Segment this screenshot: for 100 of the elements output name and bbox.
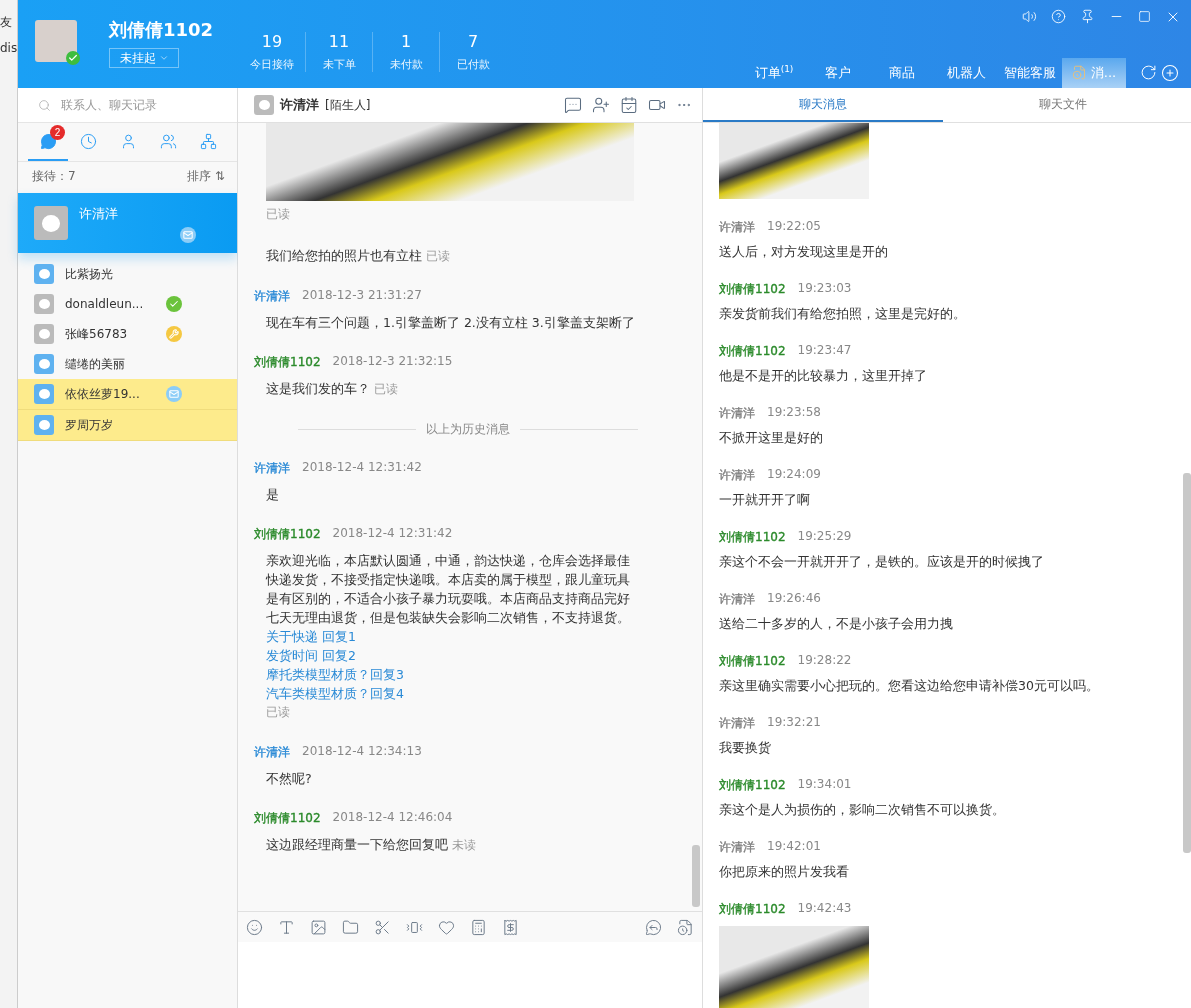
sender-name: 许清洋 [719, 405, 755, 422]
message-time: 19:28:22 [797, 653, 852, 669]
contact-item[interactable]: 缱绻的美丽 [18, 349, 237, 379]
photo-placeholder[interactable] [719, 123, 869, 199]
reception-count: 接待：7 [32, 168, 76, 185]
message-text: 我要换货 [719, 740, 772, 757]
contact-item[interactable]: 罗周万岁 [18, 410, 237, 441]
sort-button[interactable]: 排序 ⇅ [187, 168, 225, 185]
message-text: 亲欢迎光临，本店默认圆通，中通，韵达快递，仓库会选择最佳快递发货，不接受指定快递哦。本店卖的属于模型，跟儿童玩具是有区别的，不适合小孩子暴力玩耍哦。本店商品支持商品完好七天无理由退货，但是包装缺失会影响二次销售，不支持退货。 [266, 553, 630, 625]
scissors-icon[interactable] [374, 918, 391, 936]
quick-reply-link[interactable]: 发货时间 回复2 [266, 648, 356, 663]
message-text: 一开就开开了啊 [719, 492, 811, 509]
nav-tab[interactable]: 智能客服 [998, 57, 1062, 88]
quick-reply-link[interactable]: 摩托类模型材质？回复3 [266, 667, 404, 682]
sender-name: 刘倩倩1102 [254, 354, 321, 371]
chat-bubble-icon[interactable] [564, 96, 582, 114]
sender-name: 刘倩倩1102 [719, 653, 786, 670]
message-text: 他是不是开的比较暴力，这里开掉了 [719, 368, 928, 385]
maximize-icon[interactable] [1138, 10, 1151, 24]
read-status: 已读 [426, 249, 450, 263]
nav-tab[interactable]: 客户 [806, 57, 870, 88]
chat-tab[interactable]: 2 [28, 123, 68, 161]
background-text: dis [0, 41, 17, 55]
document-clock-icon [1071, 65, 1087, 81]
refresh-icon[interactable] [1140, 64, 1157, 82]
message-time: 19:42:43 [797, 901, 852, 917]
folder-icon[interactable] [342, 918, 359, 936]
contact-item[interactable]: 比紫扬光 [18, 259, 237, 289]
message-text: 送给二十多岁的人，不是小孩子会用力拽 [719, 616, 954, 633]
calculator-icon[interactable] [470, 918, 487, 936]
add-user-icon[interactable] [592, 96, 610, 114]
photo-placeholder[interactable] [719, 926, 869, 1008]
history-icon[interactable] [677, 918, 694, 936]
background-text: 友 [0, 14, 13, 31]
search-field[interactable]: 联系人、聊天记录 [18, 88, 237, 123]
text-format-icon[interactable] [278, 918, 295, 936]
read-status: 已读 [266, 704, 291, 721]
heart-icon[interactable] [438, 918, 455, 936]
stat-value: 1 [400, 32, 412, 51]
message-text: 亲发货前我们有给您拍照，这里是完好的。 [719, 306, 967, 323]
nav-tab[interactable]: 订单$^{(1)}$ [742, 57, 806, 88]
message-text: 送人后，对方发现这里是开的 [719, 244, 889, 261]
contact-item[interactable]: donaldleun... [18, 289, 237, 319]
sender-name: 刘倩倩1102 [719, 901, 786, 918]
message-time: 2018-12-4 12:34:13 [302, 744, 422, 760]
message-text: 亲这个是人为损伤的，影响二次销售不可以换货。 [719, 802, 1006, 819]
message-time: 2018-12-3 21:32:15 [332, 354, 453, 370]
status-dropdown[interactable]: 未挂起 [109, 48, 179, 68]
quick-reply-link[interactable]: 汽车类模型材质？回复4 [266, 686, 404, 701]
image-icon[interactable] [310, 918, 327, 936]
clock-icon [79, 132, 97, 150]
emoji-icon[interactable] [246, 918, 263, 936]
forward-icon[interactable] [645, 918, 662, 936]
message-time: 19:23:03 [797, 281, 852, 297]
sender-name: 许清洋 [254, 288, 290, 305]
pin-icon[interactable] [1080, 9, 1095, 25]
add-icon[interactable] [1161, 63, 1179, 82]
stat-value: 19 [261, 32, 283, 51]
message-time: 19:25:29 [797, 529, 852, 545]
sender-name: 许清洋 [719, 715, 755, 732]
message-text: 是 [266, 487, 279, 502]
sender-name: 刘倩倩1102 [254, 526, 321, 543]
quick-reply-link[interactable]: 关于快递 回复1 [266, 629, 356, 644]
sender-name: 刘倩倩1102 [719, 343, 786, 360]
contact-item[interactable]: 张峰56783 [18, 319, 237, 349]
chat-title: 许清洋 [280, 96, 319, 114]
message-time: 2018-12-4 12:31:42 [332, 526, 453, 542]
message-time: 2018-12-4 12:46:04 [332, 810, 453, 826]
message-text: 这边跟经理商量一下给您回复吧 [266, 837, 448, 852]
photo-placeholder[interactable] [266, 123, 634, 201]
stat-label: 未下单 [322, 57, 356, 72]
receipt-icon[interactable] [502, 918, 519, 936]
search-input[interactable]: 联系人、聊天记录 [59, 97, 213, 113]
contact-item[interactable]: 许清洋 [18, 193, 237, 253]
message-time: 19:23:47 [797, 343, 852, 359]
message-time: 19:24:09 [767, 467, 821, 483]
user-name: 刘倩倩1102 [109, 18, 215, 42]
sender-name: 许清洋 [254, 460, 290, 477]
message-text: 现在车有三个问题，1.引擎盖断了 2.没有立柱 3.引擎盖支架断了 [266, 315, 635, 330]
nav-tab[interactable]: 消... [1062, 57, 1126, 88]
nav-tab[interactable]: 机器人 [934, 57, 998, 88]
message-text: 你把原来的照片发我看 [719, 864, 850, 881]
search-icon [38, 98, 51, 112]
sender-name: 刘倩倩1102 [719, 281, 786, 298]
read-status: 已读 [374, 382, 398, 396]
sender-name: 刘倩倩1102 [254, 810, 321, 827]
speaker-icon[interactable] [1022, 9, 1037, 25]
contact-item[interactable]: 依依丝萝19... [18, 379, 237, 410]
help-icon[interactable] [1051, 9, 1066, 25]
message-input[interactable] [238, 942, 702, 1008]
chat-avatar [254, 95, 274, 115]
message-text: 不掀开这里是好的 [719, 430, 824, 447]
message-time: 2018-12-3 21:31:27 [302, 288, 422, 304]
org-chart-icon [199, 132, 217, 150]
message-text: 不然呢? [266, 771, 312, 786]
sender-name: 许清洋 [719, 219, 755, 236]
nav-tab[interactable]: 商品 [870, 57, 934, 88]
stranger-tag: [陌生人] [325, 96, 371, 114]
sender-name: 刘倩倩1102 [719, 529, 786, 546]
calendar-check-icon[interactable] [620, 96, 638, 114]
